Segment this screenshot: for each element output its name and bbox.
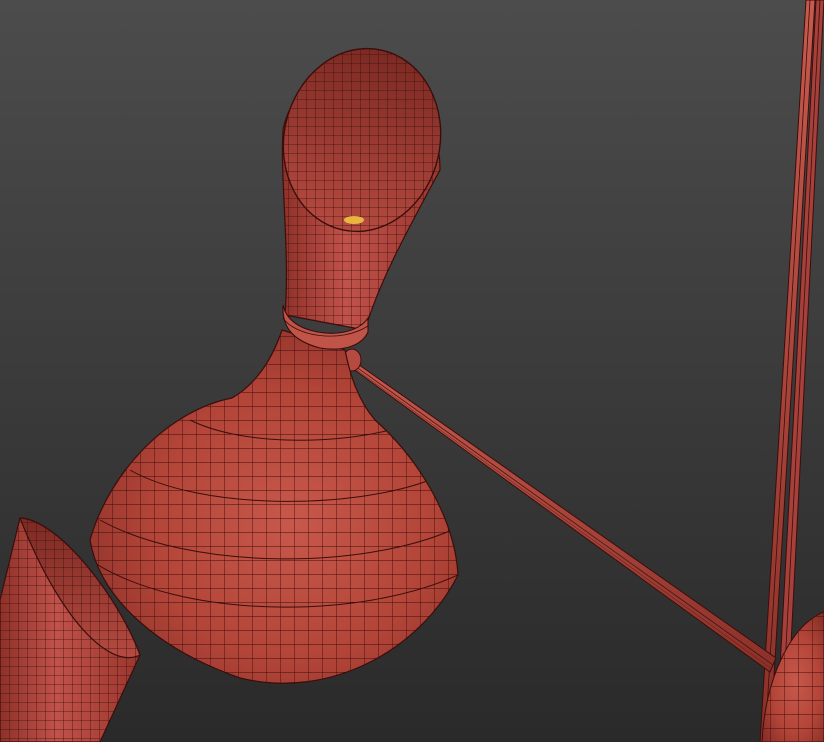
3d-viewport[interactable] [0, 0, 824, 742]
wireframe-lamp-render [0, 0, 824, 742]
bulb-glint [344, 216, 364, 224]
